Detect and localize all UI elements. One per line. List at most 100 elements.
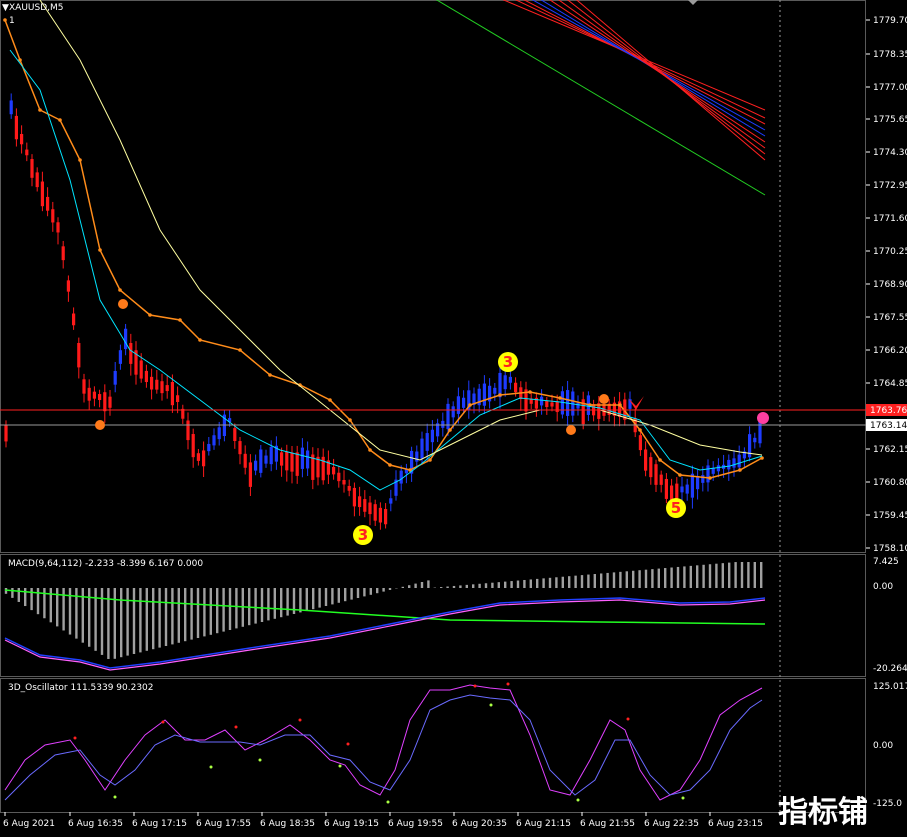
slow-ma-dot xyxy=(368,448,372,452)
macd-histogram-bar xyxy=(382,588,385,592)
candle-body xyxy=(4,425,8,442)
macd-histogram-bar xyxy=(664,568,667,588)
slow-ma-dot xyxy=(638,428,642,432)
macd-histogram-bar xyxy=(715,563,718,588)
candle-body xyxy=(150,376,154,390)
candle-body xyxy=(540,396,544,406)
macd-signal-line xyxy=(4,589,766,625)
macd-histogram-bar xyxy=(254,588,257,624)
candle-body xyxy=(191,434,195,458)
macd-histogram-bar xyxy=(625,571,628,588)
candle-body xyxy=(399,470,403,484)
time-axis[interactable]: 6 Aug 2021 6 Aug 16:35 6 Aug 17:15 6 Aug 17… xyxy=(3,812,763,829)
oscillator-signal-line xyxy=(4,694,763,801)
channel-line xyxy=(531,0,766,131)
slow-ma-dot xyxy=(118,288,122,292)
candle-body xyxy=(259,449,263,473)
macd-main-line xyxy=(4,597,766,669)
red-line-price-label: 1763.76 xyxy=(870,406,907,416)
macd-histogram-bar xyxy=(235,588,238,629)
slow-ma-dot xyxy=(558,396,562,400)
candle-body xyxy=(425,433,429,451)
macd-histogram-bar xyxy=(657,568,660,588)
dropdown-arrow-icon[interactable]: ▼ xyxy=(2,3,9,13)
macd-histogram-bar xyxy=(273,588,276,619)
macd-histogram-bar xyxy=(152,588,155,650)
candle-body xyxy=(269,446,273,465)
osc-trough-dot xyxy=(489,703,493,707)
macd-histogram-bar xyxy=(196,588,200,638)
price-tick-label: 1771.60 xyxy=(873,214,907,224)
candle-body xyxy=(654,464,658,485)
candle-body xyxy=(456,396,460,414)
macd-histogram-bar xyxy=(344,588,347,602)
candle-body xyxy=(685,484,689,494)
slow-ma-dot xyxy=(58,118,62,122)
candle-body xyxy=(337,472,341,482)
candle-body xyxy=(451,406,455,418)
candle-body xyxy=(352,487,356,507)
candle-body xyxy=(160,381,164,394)
macd-histogram-bar xyxy=(516,580,520,588)
candle-body xyxy=(347,485,351,491)
macd-histogram-bar xyxy=(331,588,334,605)
candle-body xyxy=(118,350,122,364)
price-tick-label: 1759.45 xyxy=(873,511,907,521)
candle-body xyxy=(165,385,169,392)
macd-histogram-bar xyxy=(753,562,756,588)
candle-body xyxy=(306,450,310,469)
candle-body xyxy=(701,475,705,483)
oscillator-label: 3D_Oscillator 111.5339 90.2302 xyxy=(8,683,154,693)
candle-body xyxy=(14,115,18,140)
price-tick-label: 1760.80 xyxy=(873,478,907,488)
slow-ma-dot xyxy=(98,248,102,252)
time-tick-label: 6 Aug 19:15 xyxy=(324,819,379,829)
macd-histogram-bar xyxy=(177,588,180,643)
macd-histogram-bar xyxy=(459,585,462,588)
candle-body xyxy=(207,443,211,452)
price-tick-label: 1767.55 xyxy=(873,313,907,323)
macd-histogram-bar xyxy=(11,588,14,598)
candle-body xyxy=(139,360,143,379)
slow-ma-dot xyxy=(348,418,352,422)
macd-histogram-bar xyxy=(324,588,328,606)
svg-text:3: 3 xyxy=(503,353,513,371)
macd-histogram-bar xyxy=(600,573,603,588)
candle-body xyxy=(493,387,497,394)
candle-body xyxy=(415,451,419,462)
moving-averages xyxy=(3,0,764,491)
candle-body xyxy=(332,466,336,475)
macd-histogram-bar xyxy=(676,566,680,588)
macd-tick-label: -20.264 xyxy=(873,664,907,674)
macd-histogram-bar xyxy=(184,588,187,642)
macd-histogram-bar xyxy=(216,588,219,634)
channel-line xyxy=(549,0,766,143)
macd-histogram-bar xyxy=(388,588,392,590)
osc-peak-dot xyxy=(346,742,350,746)
macd-histogram-bar xyxy=(414,583,417,588)
candle-body xyxy=(753,437,757,443)
macd-histogram-bar xyxy=(408,585,411,588)
macd-histogram-bar xyxy=(376,588,379,594)
slow-ma-dot xyxy=(528,390,532,394)
candle-body xyxy=(61,246,65,261)
macd-histogram-bar xyxy=(721,563,724,588)
svg-text:3: 3 xyxy=(358,526,368,544)
macd-histogram-bar xyxy=(683,566,686,588)
macd-histogram-bar xyxy=(446,586,449,588)
macd-histogram-bar xyxy=(452,585,456,588)
macd-histogram-bar xyxy=(222,588,225,632)
slow-ma-dot xyxy=(148,313,152,317)
scroll-marker-icon xyxy=(688,0,698,5)
slow-ma-dot xyxy=(388,463,392,467)
price-axis[interactable]: 1779.70 1778.35 1777.00 1775.65 1774.30 1772.… xyxy=(866,16,907,554)
candle-body xyxy=(72,313,76,326)
macd-histogram-bar xyxy=(747,562,750,588)
trading-chart[interactable]: 3 3 5 XAUUSD,M5 ▼ 1 1779.70 1778.35 1777.0… xyxy=(0,0,907,837)
time-tick-label: 6 Aug 17:55 xyxy=(196,819,251,829)
candle-body xyxy=(441,420,445,428)
macd-histogram-bar xyxy=(209,588,212,635)
candle-body xyxy=(737,454,741,468)
candle-body xyxy=(248,462,252,487)
window-index: 1 xyxy=(9,16,15,26)
